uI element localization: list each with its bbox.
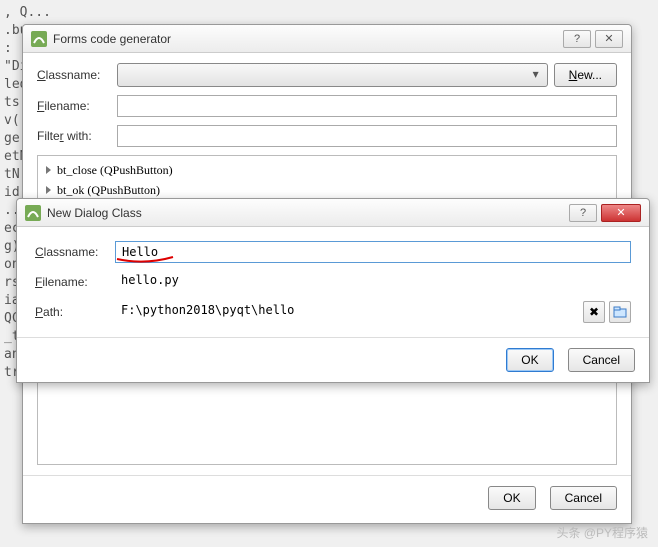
cancel-button[interactable]: Cancel <box>568 348 635 372</box>
path-value: F:\python2018\pyqt\hello <box>115 301 579 323</box>
window-title: New Dialog Class <box>47 206 569 220</box>
folder-open-icon <box>613 306 627 318</box>
classname-label: Classname: <box>37 68 117 82</box>
app-icon <box>31 31 47 47</box>
titlebar[interactable]: New Dialog Class ? ✕ <box>17 199 649 227</box>
filename-input[interactable] <box>117 95 617 117</box>
browse-path-button[interactable] <box>609 301 631 323</box>
classname-input[interactable] <box>115 241 631 263</box>
filter-label: Filter with: <box>37 129 117 143</box>
close-button[interactable]: ✕ <box>595 30 623 48</box>
titlebar[interactable]: Forms code generator ? ✕ <box>23 25 631 53</box>
dialog-footer: OK Cancel <box>23 475 631 520</box>
help-button[interactable]: ? <box>563 30 591 48</box>
filename-value: hello.py <box>115 271 631 293</box>
expand-icon <box>46 166 51 174</box>
window-title: Forms code generator <box>53 32 563 46</box>
ok-button[interactable]: OK <box>488 486 535 510</box>
help-button[interactable]: ? <box>569 204 597 222</box>
expand-icon <box>46 186 51 194</box>
list-item[interactable]: bt_ok (QPushButton) <box>46 180 608 200</box>
filename-label: Filename: <box>37 99 117 113</box>
new-button[interactable]: New... <box>554 63 617 87</box>
path-label: Path: <box>35 305 115 319</box>
clear-path-button[interactable]: ✖ <box>583 301 605 323</box>
ok-button[interactable]: OK <box>506 348 553 372</box>
classname-label: Classname: <box>35 245 115 259</box>
classname-combo[interactable] <box>117 63 548 87</box>
clear-icon: ✖ <box>589 305 599 319</box>
dialog-footer: OK Cancel <box>17 337 649 382</box>
watermark: 头条 @PY程序猿 <box>556 524 648 541</box>
app-icon <box>25 205 41 221</box>
filter-input[interactable] <box>117 125 617 147</box>
cancel-button[interactable]: Cancel <box>550 486 617 510</box>
filename-label: Filename: <box>35 275 115 289</box>
list-item[interactable]: bt_close (QPushButton) <box>46 160 608 180</box>
new-dialog-class-window: New Dialog Class ? ✕ Classname: Filename… <box>16 198 650 383</box>
close-button[interactable]: ✕ <box>601 204 641 222</box>
